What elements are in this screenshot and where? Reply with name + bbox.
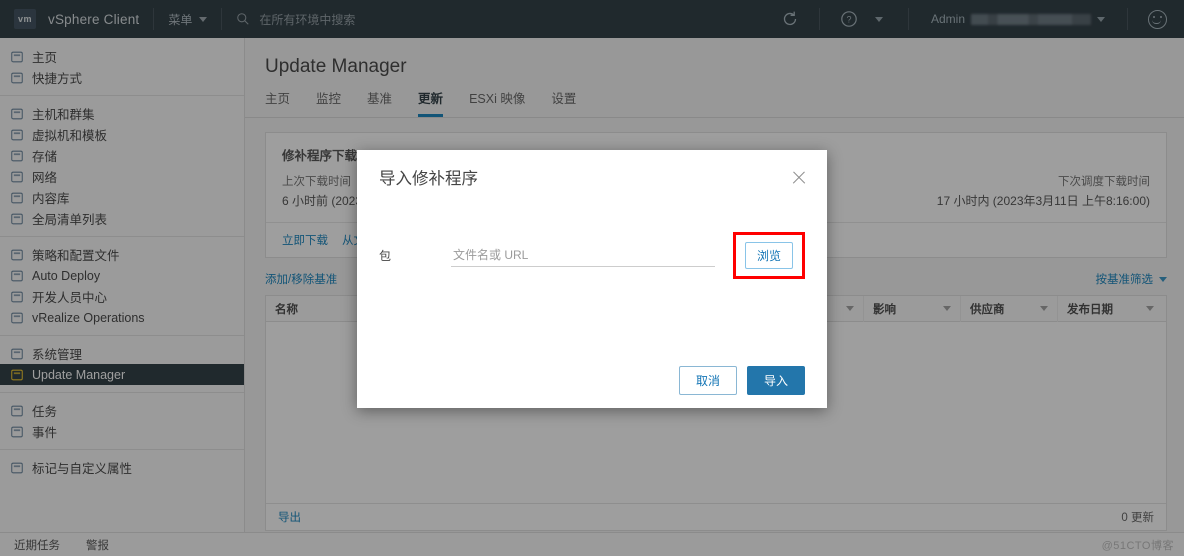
import-patches-dialog: 导入修补程序 包 浏览 取消 导入 (357, 150, 827, 408)
import-button[interactable]: 导入 (746, 365, 805, 395)
dialog-title: 导入修补程序 (379, 170, 478, 188)
dialog-header: 导入修补程序 (357, 150, 827, 204)
cancel-button[interactable]: 取消 (678, 365, 737, 395)
dialog-footer: 取消 导入 (357, 352, 827, 408)
package-path-input[interactable] (451, 244, 715, 267)
close-icon[interactable] (789, 167, 809, 187)
vsphere-client-window: vm vSphere Client 菜单 在所有环境中搜索 ? Admin 主页… (0, 0, 1184, 556)
package-field-label: 包 (379, 249, 392, 263)
browse-button[interactable]: 浏览 (744, 242, 793, 269)
dialog-body: 包 浏览 (357, 204, 827, 352)
package-field-row: 包 浏览 (379, 232, 805, 279)
browse-button-highlight: 浏览 (732, 232, 805, 279)
